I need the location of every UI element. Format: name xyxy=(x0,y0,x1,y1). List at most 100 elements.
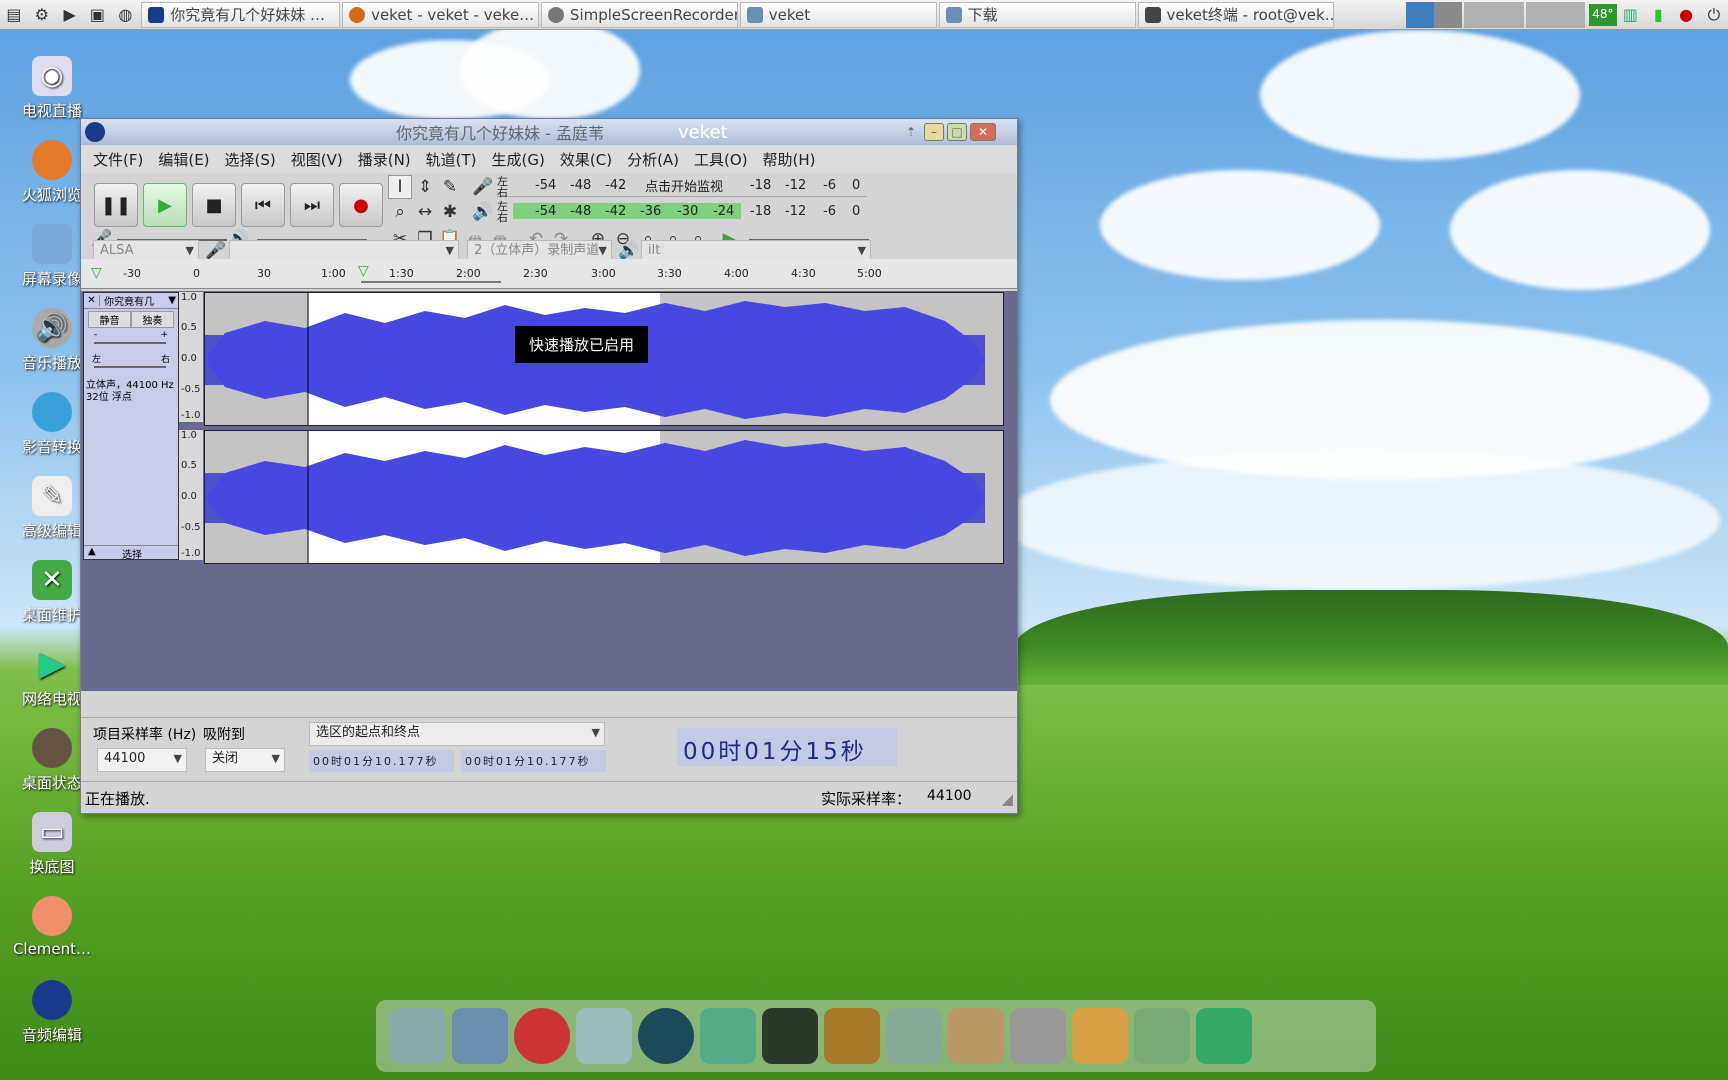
menu-generate[interactable]: 生成(G) xyxy=(492,149,545,170)
pan-slider[interactable] xyxy=(94,366,166,368)
selection-start-time[interactable]: 00时01分10.177秒 xyxy=(309,750,454,772)
project-rate-select[interactable]: 44100 xyxy=(97,748,187,772)
menu-help[interactable]: 帮助(H) xyxy=(763,149,816,170)
workspace-2[interactable] xyxy=(1434,1,1463,28)
select-track-button[interactable]: 选择 xyxy=(122,546,142,561)
desktop-icon-audio[interactable]: 音频编辑 xyxy=(8,980,96,1045)
selection-mode-select[interactable]: 选区的起点和终点 xyxy=(309,722,605,746)
recorder-icon xyxy=(547,6,564,23)
dock-icon-cat[interactable] xyxy=(514,1008,570,1064)
headphones-icon xyxy=(32,980,72,1020)
menubar: 文件(F) 编辑(E) 选择(S) 视图(V) 播录(N) 轨道(T) 生成(G… xyxy=(81,145,1017,173)
task-terminal[interactable]: veket终端 - root@vek… xyxy=(1137,1,1335,28)
snap-select[interactable]: 关闭 xyxy=(205,748,285,772)
workspace-3[interactable] xyxy=(1464,1,1524,28)
dock-icon-desktop[interactable] xyxy=(390,1008,446,1064)
pause-button[interactable]: ❚❚ xyxy=(94,183,138,227)
close-button[interactable]: ✕ xyxy=(970,123,996,141)
terminal-icon[interactable]: ▣ xyxy=(86,3,110,27)
dock-icon-paint[interactable] xyxy=(948,1008,1004,1064)
pin-icon[interactable]: ⇡ xyxy=(906,125,916,139)
selection-tool-icon[interactable]: I xyxy=(388,175,412,199)
record-meter[interactable]: 左 右 -54 -48 -42 点击开始监视 -18 -12 -6 0 xyxy=(497,175,867,199)
dock-icon-leaf[interactable] xyxy=(1134,1008,1190,1064)
skip-end-button[interactable]: ⏭ xyxy=(290,183,334,227)
waveform-right xyxy=(205,431,985,563)
track-control-panel[interactable]: ✕ 你究竟有几 ▼ 静音 独奏 - + 左 右 立体声，44100 Hz 32位… xyxy=(83,292,179,561)
menu-analyze[interactable]: 分析(A) xyxy=(627,149,679,170)
menu-file[interactable]: 文件(F) xyxy=(93,149,143,170)
menu-tools[interactable]: 工具(O) xyxy=(694,149,748,170)
dock-icon-usb[interactable] xyxy=(1010,1008,1066,1064)
microphone-icon[interactable]: 🎤 xyxy=(471,175,495,199)
collapse-icon[interactable]: ▲ xyxy=(88,546,96,557)
solo-button[interactable]: 独奏 xyxy=(131,311,174,328)
battery-icon[interactable]: ▮ xyxy=(1646,3,1670,27)
dock-icon-music[interactable] xyxy=(638,1008,694,1064)
tv-icon: ◉ xyxy=(32,56,72,96)
task-recorder[interactable]: SimpleScreenRecorder xyxy=(540,1,738,28)
selection-end-time[interactable]: 00时01分10.177秒 xyxy=(461,750,606,772)
power-icon[interactable]: ⏻ xyxy=(1702,3,1726,27)
stop-button[interactable]: ■ xyxy=(192,183,236,227)
desktop-icon-wallpaper[interactable]: ▭ 换底图 xyxy=(8,812,96,877)
desktop-icon-clement[interactable]: Clement… xyxy=(8,896,96,958)
status-bar: 正在播放. 实际采样率： 44100 ◢ xyxy=(81,781,1017,813)
envelope-tool-icon[interactable]: ⇕ xyxy=(413,175,437,199)
timeline-ruler[interactable]: ▽ -30 0 30 1:00 1:30 2:00 2:30 3:00 3:30… xyxy=(81,259,1017,289)
menu-tracks[interactable]: 轨道(T) xyxy=(426,149,477,170)
task-veket-folder[interactable]: veket xyxy=(739,1,937,28)
play-icon[interactable]: ▶ xyxy=(58,3,82,27)
settings-icon[interactable]: ⚙ xyxy=(30,3,54,27)
menu-effect[interactable]: 效果(C) xyxy=(560,149,612,170)
network-icon[interactable]: ▥ xyxy=(1619,3,1643,27)
workspace-4[interactable] xyxy=(1525,1,1586,28)
dock-icon-notes[interactable] xyxy=(576,1008,632,1064)
dock-icon-book[interactable] xyxy=(824,1008,880,1064)
gain-slider[interactable] xyxy=(94,342,166,344)
minimize-button[interactable]: – xyxy=(924,123,944,141)
task-download-folder[interactable]: 下载 xyxy=(938,1,1136,28)
playback-meter[interactable]: 左 右 -54 -48 -42 -36 -30 -24 -18 -12 -6 0 xyxy=(497,200,867,224)
desktop-icon-tv[interactable]: ◉ 电视直播 xyxy=(8,56,96,121)
maximize-button[interactable]: □ xyxy=(947,123,967,141)
dock-icon-monitor[interactable] xyxy=(452,1008,508,1064)
skip-start-button[interactable]: ⏮ xyxy=(241,183,285,227)
dock-icon-charts[interactable] xyxy=(886,1008,942,1064)
menu-transport[interactable]: 播录(N) xyxy=(358,149,411,170)
track-name[interactable]: 你究竟有几 xyxy=(100,293,168,308)
audio-position-display[interactable]: 00时01分15秒 xyxy=(677,728,897,766)
record-button[interactable]: ● xyxy=(339,183,383,227)
play-button[interactable]: ▶ xyxy=(143,183,187,227)
menu-edit[interactable]: 编辑(E) xyxy=(158,149,209,170)
dock-icon-network[interactable] xyxy=(700,1008,756,1064)
dock-icon-camera[interactable] xyxy=(1196,1008,1252,1064)
menu-icon[interactable]: ▤ xyxy=(2,3,26,27)
task-browser[interactable]: veket - veket - veke… xyxy=(342,1,539,28)
dock-icon-game[interactable] xyxy=(1072,1008,1128,1064)
dock-icon-qq[interactable] xyxy=(762,1008,818,1064)
zoom-tool-icon[interactable]: ⌕ xyxy=(388,200,412,224)
workspace-1[interactable] xyxy=(1406,1,1435,28)
globe-icon[interactable]: ◍ xyxy=(113,3,137,27)
playback-position-marker[interactable]: ▽ xyxy=(358,263,369,279)
draw-tool-icon[interactable]: ✎ xyxy=(438,175,462,199)
track-close-icon[interactable]: ✕ xyxy=(84,295,100,306)
waveform-right-channel[interactable] xyxy=(204,430,1004,564)
record-icon[interactable]: ● xyxy=(1674,3,1698,27)
snap-label: 吸附到 xyxy=(203,727,245,743)
timeshift-tool-icon[interactable]: ↔ xyxy=(413,200,437,224)
play-head-icon: ▽ xyxy=(91,265,102,281)
mute-button[interactable]: 静音 xyxy=(88,311,131,328)
monitor-icon: ▭ xyxy=(32,812,72,852)
speaker-icon[interactable]: 🔊 xyxy=(471,200,495,224)
task-audacity[interactable]: 你究竟有几个好妹妹 … xyxy=(141,1,341,28)
menu-view[interactable]: 视图(V) xyxy=(291,149,343,170)
firefox-icon xyxy=(32,140,72,180)
resize-grip-icon[interactable]: ◢ xyxy=(1001,790,1013,808)
status-icon xyxy=(32,728,72,768)
window-titlebar[interactable]: 你究竟有几个好妹妹 - 孟庭苇 veket ⇡ – □ ✕ xyxy=(81,119,1017,145)
multi-tool-icon[interactable]: ✱ xyxy=(438,200,462,224)
track-menu-icon[interactable]: ▼ xyxy=(168,295,178,306)
menu-select[interactable]: 选择(S) xyxy=(225,149,276,170)
